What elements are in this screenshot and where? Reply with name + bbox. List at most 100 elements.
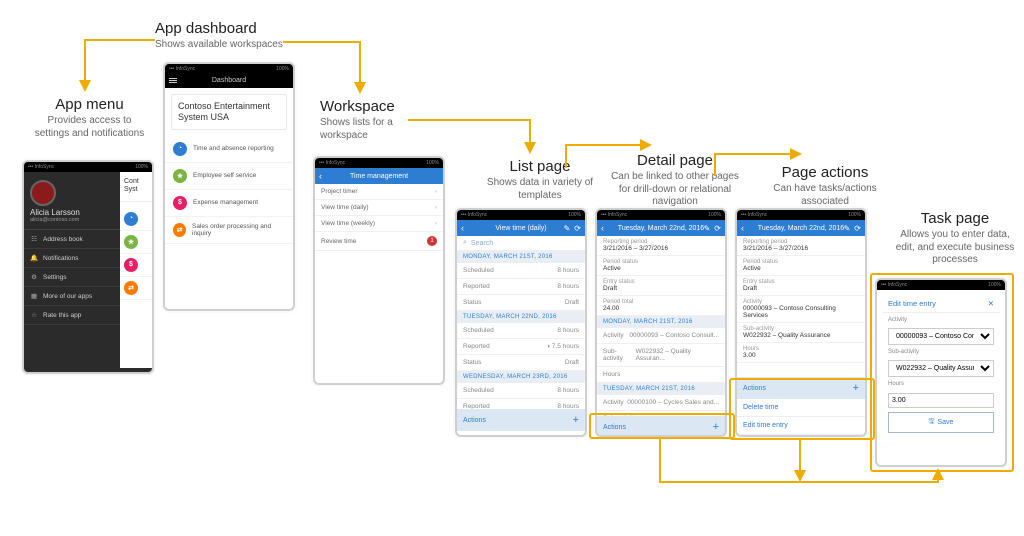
tile-label: Employee self service — [193, 172, 256, 179]
back-icon[interactable]: ‹ — [601, 223, 604, 233]
actions-bar[interactable]: Actions+ — [597, 416, 725, 437]
detail-row[interactable]: Activity00000093 – Contoso Consult... — [597, 328, 725, 344]
menu-drawer: Alicia Larsson alicia@contoso.com ☷Addre… — [24, 172, 120, 368]
actions-bar[interactable]: Actions+ — [737, 377, 865, 399]
workspace-tile[interactable]: ◔Time and absence reporting — [165, 136, 293, 163]
search-icon: ⌕ — [463, 239, 467, 247]
list-row[interactable]: StatusDraft — [457, 295, 585, 311]
add-icon[interactable]: + — [853, 382, 859, 394]
label-desc: Allows you to enter data, edit, and exec… — [895, 229, 1015, 267]
label-desc: Can be linked to other pages for drill-d… — [605, 171, 745, 209]
screenshot-detail: ••• InfoSync100% ‹Tuesday, March 22nd, 2… — [595, 208, 727, 437]
detail-row[interactable]: Sub-activityW022932 – Quality Assuran... — [597, 344, 725, 367]
menu-item[interactable]: ⚙Settings — [24, 268, 120, 287]
summary-row: Entry statusDraft — [737, 276, 865, 296]
label-title: App menu — [32, 96, 147, 113]
peek-tile[interactable]: ⇄ — [120, 277, 152, 300]
refresh-icon[interactable]: ⟳ — [714, 224, 721, 233]
screenshot-app-menu: ••• InfoSync100% Alicia Larsson alicia@c… — [22, 160, 154, 374]
workspace-item[interactable]: Project timer› — [315, 184, 443, 200]
page-header: ‹Tuesday, March 22nd, 2016✎⟳ — [597, 220, 725, 236]
date-header: TUESDAY, MARCH 22ND, 2016 — [457, 311, 585, 323]
list-row[interactable]: Scheduled8 hours — [457, 383, 585, 399]
peek-tile[interactable]: ◔ — [120, 208, 152, 231]
field-label: Activity — [888, 317, 994, 323]
label-title: App dashboard — [155, 20, 305, 37]
workspace-item[interactable]: Review time1 — [315, 232, 443, 251]
edit-icon[interactable]: ✎ — [844, 224, 851, 233]
edit-icon[interactable]: ✎ — [704, 224, 711, 233]
status-bar: ••• InfoSync100% — [457, 210, 585, 220]
close-icon[interactable]: ✕ — [988, 299, 994, 308]
screenshot-dashboard: ••• InfoSync100% Dashboard Contoso Enter… — [163, 62, 295, 311]
header-actions: ✎⟳ — [564, 224, 581, 233]
menu-item[interactable]: 🔔Notifications — [24, 249, 120, 268]
status-bar: ••• InfoSync100% — [737, 210, 865, 220]
page-title: Time management — [350, 173, 408, 180]
label-list: List page Shows data in variety of templ… — [475, 158, 605, 202]
list-row[interactable]: Reported◑ 7.5 hours — [457, 339, 585, 355]
workspace-tile[interactable]: ★Employee self service — [165, 163, 293, 190]
field-label: Sub-activity — [888, 349, 994, 355]
nav-title: Dashboard — [165, 74, 293, 88]
peek-tile[interactable]: ★ — [120, 231, 152, 254]
subactivity-select[interactable]: W022932 – Quality Assurance — [888, 360, 994, 377]
detail-row[interactable]: Hours — [597, 367, 725, 383]
list-row[interactable]: StatusDraft — [457, 355, 585, 371]
field-activity: Activity 00000093 – Contoso Consulting S… — [888, 317, 994, 345]
label-desc: Can have tasks/actions associated — [750, 183, 900, 208]
date-header: TUESDAY, MARCH 21ST, 2016 — [597, 383, 725, 395]
label-title: Workspace — [320, 98, 440, 115]
detail-row: Sub-activityW022932 – Quality Assurance — [737, 323, 865, 343]
add-icon[interactable]: + — [713, 421, 719, 433]
save-button[interactable]: 🖫Save — [888, 412, 994, 433]
label-desc: Shows data in variety of templates — [475, 177, 605, 202]
edit-icon[interactable]: ✎ — [564, 224, 571, 233]
menu-item[interactable]: ▦More of our apps — [24, 287, 120, 306]
search-input[interactable]: ⌕Search — [457, 236, 585, 251]
edit-card: Edit time entry✕ Activity 00000093 – Con… — [882, 295, 1000, 433]
workspace-item[interactable]: View time (weekly)› — [315, 216, 443, 232]
tile-icon: ◔ — [124, 212, 138, 226]
list-row[interactable]: Reported8 hours — [457, 279, 585, 295]
action-delete[interactable]: Delete time — [737, 399, 865, 417]
label-title: Task page — [895, 210, 1015, 227]
action-edit[interactable]: Edit time entry — [737, 417, 865, 435]
label-desc: Shows lists for a workspace — [320, 117, 440, 142]
bell-icon: 🔔 — [30, 254, 38, 262]
peek-tile[interactable]: $ — [120, 254, 152, 277]
back-icon[interactable]: ‹ — [461, 223, 464, 233]
tile-label: Time and absence reporting — [193, 145, 274, 152]
workspace-tile[interactable]: $Expense management — [165, 190, 293, 217]
refresh-icon[interactable]: ⟳ — [574, 224, 581, 233]
menu-icon[interactable] — [169, 77, 177, 85]
back-icon[interactable]: ‹ — [319, 171, 322, 181]
label-desc: Provides access to settings and notifica… — [32, 115, 147, 140]
detail-row[interactable]: Activity00000100 – Cycles Sales and... — [597, 395, 725, 411]
page-header: ‹ Time management — [315, 168, 443, 184]
list-row[interactable]: Reported8 hours — [457, 399, 585, 409]
refresh-icon[interactable]: ⟳ — [854, 224, 861, 233]
menu-item[interactable]: ☷Address book — [24, 230, 120, 249]
list-row[interactable]: Scheduled8 hours — [457, 263, 585, 279]
back-icon[interactable]: ‹ — [741, 223, 744, 233]
summary-row: Period total24.00 — [597, 296, 725, 316]
screenshot-workspace: ••• InfoSync100% ‹ Time management Proje… — [313, 156, 445, 385]
tile-label: Sales order processing and inquiry — [192, 223, 285, 237]
label-desc: Shows available workspaces — [155, 39, 305, 52]
label-actions: Page actions Can have tasks/actions asso… — [750, 164, 900, 208]
tile-icon: ⇄ — [124, 281, 138, 295]
hours-input[interactable] — [888, 393, 994, 408]
summary-row: Entry statusDraft — [597, 276, 725, 296]
list-row[interactable]: Scheduled8 hours — [457, 323, 585, 339]
menu-item[interactable]: ☆Rate this app — [24, 306, 120, 325]
workspace-item[interactable]: View time (daily)› — [315, 200, 443, 216]
actions-bar[interactable]: Actions+ — [457, 409, 585, 431]
screenshot-task: ••• InfoSync100% Edit time entry✕ Activi… — [875, 278, 1007, 467]
workspace-tile[interactable]: ⇄Sales order processing and inquiry — [165, 217, 293, 244]
gear-icon: ⚙ — [30, 273, 38, 281]
add-icon[interactable]: + — [573, 414, 579, 426]
activity-select[interactable]: 00000093 – Contoso Consulting Services — [888, 328, 994, 345]
user-name: Alicia Larsson — [24, 208, 120, 217]
label-workspace: Workspace Shows lists for a workspace — [320, 98, 440, 142]
